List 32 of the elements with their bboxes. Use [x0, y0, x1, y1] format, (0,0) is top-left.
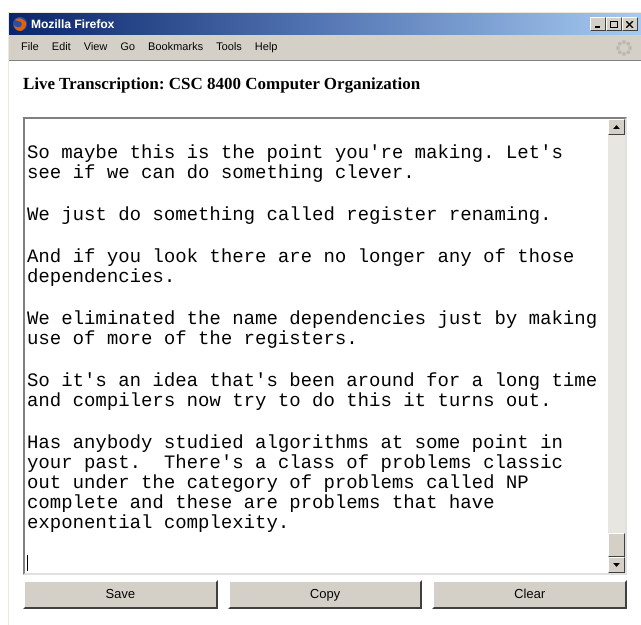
menu-item[interactable]: Bookmarks — [142, 39, 210, 56]
maximize-icon — [610, 20, 618, 28]
menu-item[interactable]: File — [15, 39, 45, 56]
firefox-logo-icon — [12, 16, 28, 32]
menu-item[interactable]: Edit — [46, 39, 77, 56]
down-arrow-icon — [613, 562, 620, 566]
page-heading: Live Transcription: CSC 8400 Computer Organization — [23, 73, 422, 95]
menu-item[interactable]: View — [78, 39, 114, 56]
minimize-button[interactable] — [590, 17, 606, 31]
text-cursor — [27, 554, 28, 570]
maximize-button[interactable] — [606, 17, 622, 31]
menu-item[interactable]: Tools — [210, 39, 248, 56]
scroll-down-button[interactable] — [608, 556, 625, 572]
transcript-paragraph: And if you look there are no longer any of those dependencies. — [27, 246, 576, 286]
up-arrow-icon — [613, 124, 620, 128]
transcript-paragraph: Has anybody studied algorithms at some point in your past. There's a class of problems classic out under the category of problems called NP complete and these are problems that have exponential complexity. — [27, 432, 564, 532]
transcript-paragraph: We just do something called register renaming. — [27, 204, 552, 224]
scrollbar[interactable] — [608, 118, 625, 572]
action-button[interactable]: Save — [23, 580, 218, 608]
transcript-paragraph: We eliminated the name dependencies just by making use of more of the registers. — [27, 308, 598, 348]
action-button[interactable]: Copy — [228, 580, 422, 608]
close-button[interactable] — [622, 17, 638, 31]
menu-item[interactable]: Help — [248, 39, 284, 56]
scroll-up-button[interactable] — [608, 118, 625, 134]
menu-item[interactable]: Go — [114, 39, 142, 56]
transcript-area[interactable] — [23, 116, 627, 574]
transcript-paragraph: So maybe this is the point you're making. Let's see if we can do something clever. — [27, 142, 564, 182]
action-button[interactable]: Clear — [432, 580, 628, 608]
close-icon — [626, 20, 634, 28]
transcript-paragraph: So it's an idea that's been around for a long time and compilers now try to do this it turns out. — [27, 370, 598, 410]
scroll-thumb[interactable] — [608, 532, 625, 556]
window-title: Mozilla Firefox — [31, 16, 114, 33]
